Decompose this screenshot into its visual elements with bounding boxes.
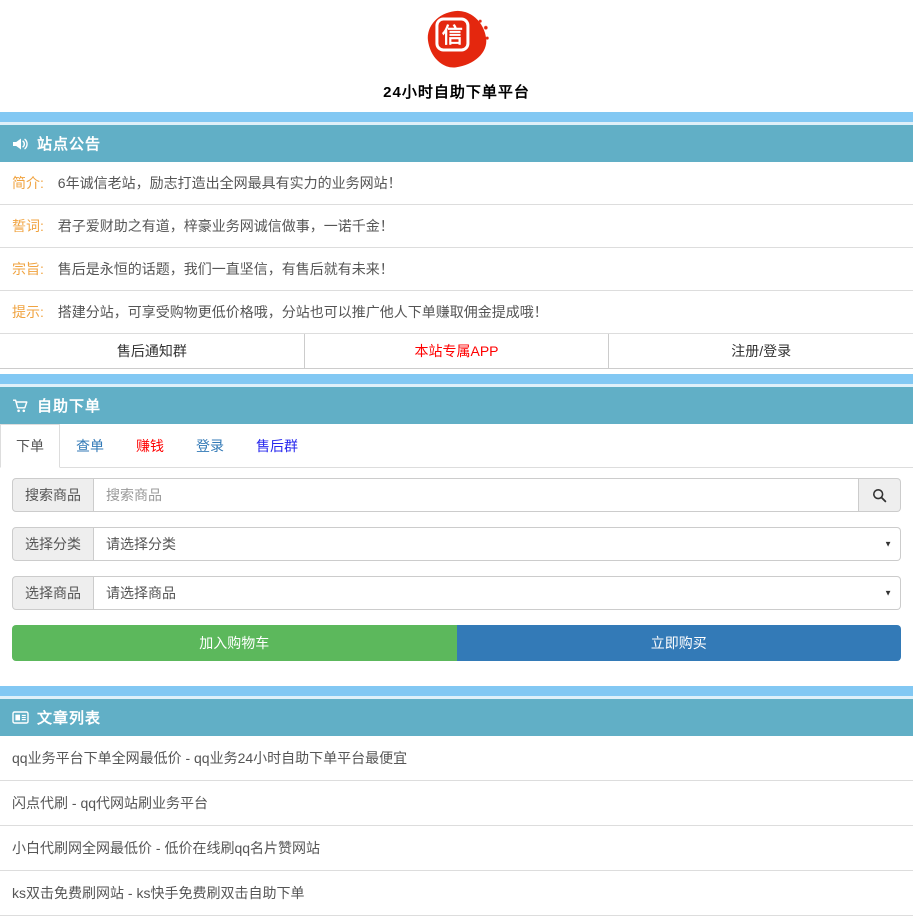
search-group: 搜索商品 [12,478,901,512]
buy-now-button[interactable]: 立即购买 [457,625,902,661]
notice-label: 誓词: [12,218,44,234]
notice-label: 宗旨: [12,261,44,277]
product-select[interactable]: 请选择商品 [94,576,901,610]
tab-earn-money[interactable]: 赚钱 [120,424,180,468]
announcement-panel-title: 站点公告 [37,133,101,154]
notice-label: 提示: [12,304,44,320]
spacer [0,676,913,686]
notice-text: 6年诚信老站，励志打造出全网最具有实力的业务网站！ [58,175,402,191]
articles-panel-title: 文章列表 [37,707,101,728]
notice-row-purpose: 宗旨: 售后是永恒的话题，我们一直坚信，有售后就有未来！ [0,248,913,291]
add-to-cart-button[interactable]: 加入购物车 [12,625,457,661]
logo-character-box: 信 [435,18,469,52]
site-app-link[interactable]: 本站专属APP [305,334,610,368]
product-select-wrap: 请选择商品 ▼ [94,576,901,610]
notice-text: 售后是永恒的话题，我们一直坚信，有售后就有未来！ [58,261,394,277]
announcement-section: 站点公告 简介: 6年诚信老站，励志打造出全网最具有实力的业务网站！ 誓词: 君… [0,112,913,369]
search-label: 搜索商品 [12,478,94,512]
search-icon [872,488,887,503]
order-tabs: 下单 查单 赚钱 登录 售后群 [0,424,913,468]
section-divider-strip [0,112,913,122]
logo-character: 信 [441,20,462,50]
cart-icon [12,398,29,414]
tab-check-order[interactable]: 查单 [60,424,120,468]
section-divider-strip [0,374,913,384]
site-title: 24小时自助下单平台 [0,81,913,102]
notice-row-oath: 誓词: 君子爱财助之有道，梓豪业务网诚信做事，一诺千金！ [0,205,913,248]
notice-row-tip: 提示: 搭建分站，可享受购物更低价格哦，分站也可以推广他人下单赚取佣金提成哦！ [0,291,913,334]
articles-section: 文章列表 qq业务平台下单全网最低价 - qq业务24小时自助下单平台最便宜 闪… [0,686,913,916]
article-link[interactable]: 闪点代刷 - qq代网站刷业务平台 [0,781,913,826]
notice-text: 搭建分站，可享受购物更低价格哦，分站也可以推广他人下单赚取佣金提成哦！ [58,304,548,320]
order-section: 自助下单 下单 查单 赚钱 登录 售后群 搜索商品 选择分类 请选择分类 [0,374,913,676]
product-label: 选择商品 [12,576,94,610]
order-form: 搜索商品 选择分类 请选择分类 ▼ 选择商品 请选择商品 [0,468,913,676]
order-actions: 加入购物车 立即购买 [12,625,901,661]
article-link[interactable]: qq业务平台下单全网最低价 - qq业务24小时自助下单平台最便宜 [0,736,913,781]
register-login-link[interactable]: 注册/登录 [609,334,913,368]
tab-aftersale-group[interactable]: 售后群 [240,424,314,468]
notice-text: 君子爱财助之有道，梓豪业务网诚信做事，一诺千金！ [58,218,394,234]
order-panel-title: 自助下单 [37,395,101,416]
product-group: 选择商品 请选择商品 ▼ [12,576,901,610]
category-group: 选择分类 请选择分类 ▼ [12,527,901,561]
newspaper-icon [12,710,29,725]
notice-label: 简介: [12,175,44,191]
site-header: 信 24小时自助下单平台 [0,0,913,112]
category-label: 选择分类 [12,527,94,561]
announcement-panel-header: 站点公告 [0,125,913,162]
tab-place-order[interactable]: 下单 [0,424,60,468]
search-input[interactable] [94,478,859,512]
speaker-icon [12,136,29,152]
seal-texture [476,16,490,42]
order-panel-header: 自助下单 [0,387,913,424]
article-link[interactable]: 小白代刷网全网最低价 - 低价在线刷qq名片赞网站 [0,826,913,871]
search-button[interactable] [859,478,901,512]
category-select-wrap: 请选择分类 ▼ [94,527,901,561]
site-logo: 信 [425,9,489,75]
article-link[interactable]: ks双击免费刷网站 - ks快手免费刷双击自助下单 [0,871,913,916]
notice-row-intro: 简介: 6年诚信老站，励志打造出全网最具有实力的业务网站！ [0,162,913,205]
category-select[interactable]: 请选择分类 [94,527,901,561]
quick-links-row: 售后通知群 本站专属APP 注册/登录 [0,334,913,369]
tab-login[interactable]: 登录 [180,424,240,468]
articles-panel-header: 文章列表 [0,699,913,736]
aftersale-group-link[interactable]: 售后通知群 [0,334,305,368]
section-divider-strip [0,686,913,696]
